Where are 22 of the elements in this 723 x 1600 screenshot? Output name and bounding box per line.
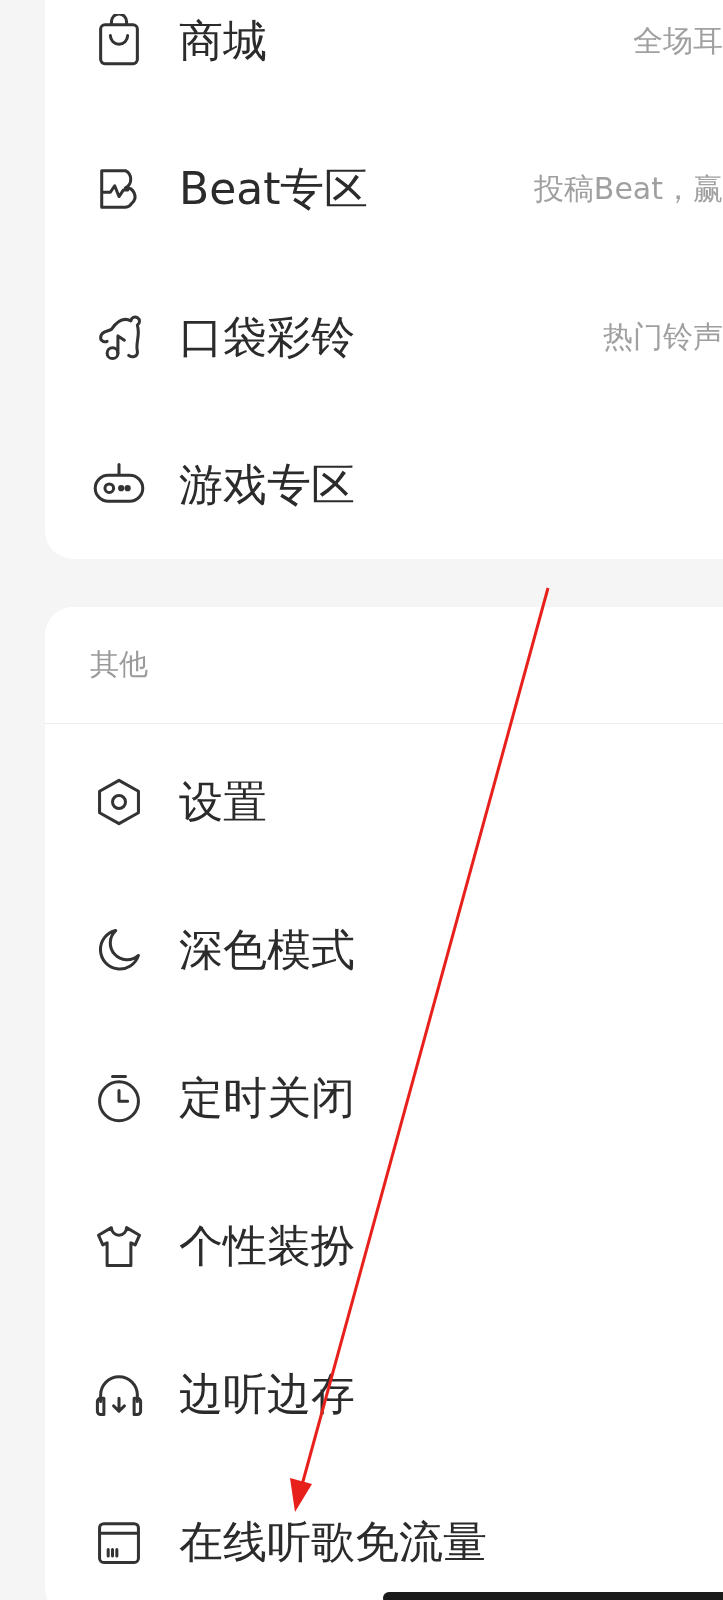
menu-label: 深色模式 [179, 922, 355, 977]
menu-item[interactable]: 深色模式 [45, 876, 723, 1024]
menu-subtitle: 全场耳 [633, 21, 723, 60]
menu-item[interactable]: 游戏专区 [45, 411, 723, 559]
menu-label: 商城 [179, 13, 267, 68]
menu-label: 个性装扮 [179, 1218, 355, 1273]
menu-label: 在线听歌免流量 [179, 1514, 487, 1569]
menu-label: 设置 [179, 774, 267, 829]
menu-item[interactable]: 商城 全场耳 [45, 0, 723, 115]
menu-label: 游戏专区 [179, 457, 355, 512]
menu-label: 定时关闭 [179, 1070, 355, 1125]
menu-item[interactable]: 个性装扮 [45, 1172, 723, 1320]
menu-subtitle: 投稿Beat，赢 [533, 169, 723, 208]
menu-item[interactable]: 口袋彩铃 热门铃声 [45, 263, 723, 411]
menu-item[interactable]: Beat专区 投稿Beat，赢 [45, 115, 723, 263]
menu-label: Beat专区 [179, 161, 369, 216]
menu-label: 口袋彩铃 [179, 309, 355, 364]
menu-item[interactable]: 设置 [45, 728, 723, 876]
menu-item[interactable]: 在线听歌免流量 [45, 1468, 723, 1600]
menu-item[interactable]: 定时关闭 [45, 1024, 723, 1172]
menu-subtitle: 热门铃声 [603, 317, 723, 356]
section-title: 其他 [90, 646, 148, 683]
